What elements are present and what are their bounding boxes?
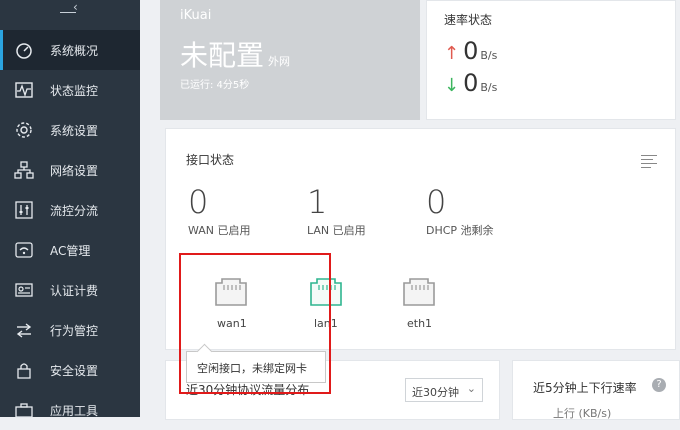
sidebar-item-auth-billing[interactable]: 认证计费 — [0, 270, 140, 310]
rate-status-title: 速率状态 — [444, 13, 493, 27]
time-range-select[interactable]: 近30分钟 ⌄ — [405, 378, 483, 402]
arrow-up-icon: ↑ — [444, 43, 460, 64]
brand-name: iKuai — [180, 8, 212, 23]
upload-rate-value: 0 — [463, 37, 479, 65]
ethernet-port-icon[interactable] — [400, 277, 438, 307]
rate-trend-title: 近5分钟上下行速率 — [533, 381, 637, 395]
rate-trend-axis-label: 上行 (KB/s) — [553, 407, 612, 420]
wan-status-card: iKuai 未配置 外网 已运行: 4分5秒 — [160, 0, 420, 120]
sliders-icon — [15, 201, 33, 219]
id-card-icon — [15, 283, 33, 297]
port-tooltip: 空闲接口，未绑定网卡 — [186, 351, 326, 383]
time-range-value: 近30分钟 — [412, 386, 459, 399]
help-icon[interactable]: ? — [652, 378, 666, 392]
sidebar-item-label: 应用工具 — [50, 404, 99, 418]
monitor-wave-icon — [15, 82, 33, 98]
sidebar-item-monitor[interactable]: 状态监控 — [0, 70, 140, 110]
dhcp-pool-count: 0 — [426, 183, 447, 221]
sidebar-item-label: 系统设置 — [50, 124, 99, 138]
sidebar-item-security[interactable]: 安全设置 — [0, 350, 140, 390]
sidebar-item-ac-management[interactable]: AC管理 — [0, 230, 140, 270]
download-rate: ↓ 0 B/s — [444, 69, 497, 97]
wan-config-status: 未配置 外网 — [180, 34, 290, 74]
arrow-down-icon: ↓ — [444, 75, 460, 96]
sidebar-item-system-settings[interactable]: 系统设置 — [0, 110, 140, 150]
wan-status-sub: 外网 — [268, 55, 291, 68]
port-label-eth1: eth1 — [407, 317, 433, 330]
rate-status-card: 速率状态 ↑ 0 B/s ↓ 0 B/s — [426, 0, 676, 120]
dhcp-pool-label: DHCP 池剩余 — [426, 224, 494, 237]
wifi-ac-icon — [15, 242, 33, 258]
sidebar: ‹ 系统概况 状态监控 系统设置 网络设置 流控分流 AC管理 认证计费 行为管… — [0, 0, 140, 418]
sidebar-item-label: AC管理 — [50, 244, 91, 258]
upload-rate-unit: B/s — [480, 49, 498, 62]
lan-count-label: LAN 已启用 — [307, 224, 366, 237]
toolbox-icon — [15, 403, 33, 418]
lock-icon — [17, 363, 31, 379]
sidebar-item-behavior-control[interactable]: 行为管控 — [0, 310, 140, 350]
wan-count-label: WAN 已启用 — [188, 224, 251, 237]
sidebar-item-label: 行为管控 — [50, 324, 99, 338]
wan-count: 0 — [188, 183, 209, 221]
wan-status-text: 未配置 — [180, 39, 265, 72]
lan-count: 1 — [307, 183, 328, 221]
sidebar-item-label: 安全设置 — [50, 364, 99, 378]
interface-status-title: 接口状态 — [186, 153, 235, 167]
sidebar-item-network-settings[interactable]: 网络设置 — [0, 150, 140, 190]
menu-icon[interactable] — [641, 155, 657, 168]
sidebar-item-label: 流控分流 — [50, 204, 99, 218]
sidebar-item-flow-control[interactable]: 流控分流 — [0, 190, 140, 230]
chevron-down-icon: ⌄ — [466, 382, 476, 395]
sidebar-item-label: 状态监控 — [50, 84, 99, 98]
gear-icon — [16, 122, 32, 138]
uptime: 已运行: 4分5秒 — [180, 80, 250, 91]
download-rate-unit: B/s — [480, 81, 498, 94]
sidebar-header: ‹ — [0, 0, 140, 28]
download-rate-value: 0 — [463, 69, 479, 97]
sidebar-item-label: 认证计费 — [50, 284, 99, 298]
sidebar-item-overview[interactable]: 系统概况 — [0, 30, 140, 70]
sidebar-item-label: 系统概况 — [50, 44, 99, 58]
collapse-sidebar-icon[interactable]: ‹ — [58, 0, 82, 18]
sidebar-item-label: 网络设置 — [50, 164, 99, 178]
dashboard-icon — [16, 43, 32, 59]
arrows-swap-icon — [16, 323, 32, 338]
sidebar-item-tools[interactable]: 应用工具 — [0, 390, 140, 430]
upload-rate: ↑ 0 B/s — [444, 37, 497, 65]
network-icon — [14, 161, 34, 179]
